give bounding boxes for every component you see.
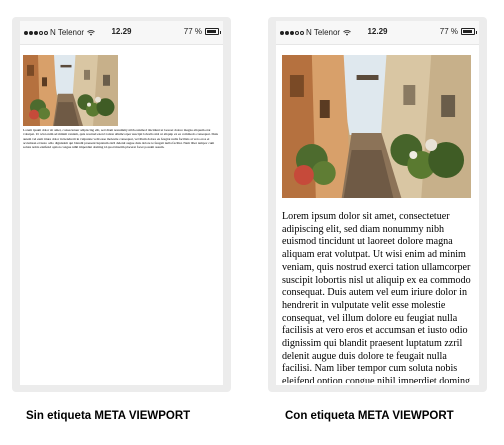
status-bar: N Telenor 12.29 77 % <box>276 21 479 45</box>
battery-icon <box>205 28 221 35</box>
phone-without-viewport: N Telenor 12.29 77 % Lorem ipsum dolor s… <box>12 17 231 392</box>
caption-without-viewport: Sin etiqueta META VIEWPORT <box>26 410 191 422</box>
status-right: 77 % <box>183 27 221 36</box>
phone-screen[interactable]: N Telenor 12.29 77 % Lorem ipsum dolor s… <box>20 21 223 385</box>
status-bar: N Telenor 12.29 77 % <box>20 21 223 45</box>
status-right: 77 % <box>439 27 477 36</box>
article-body: Lorem ipsum dolor sit amet, consectetuer… <box>23 128 218 150</box>
caption-with-viewport: Con etiqueta META VIEWPORT <box>285 410 454 422</box>
battery-percent: 77 % <box>439 27 458 36</box>
phone-screen[interactable]: N Telenor 12.29 77 % Lorem ipsum dolor s… <box>276 21 479 385</box>
street-photo <box>23 55 118 126</box>
battery-icon <box>461 28 477 35</box>
street-photo <box>282 55 471 198</box>
battery-percent: 77 % <box>183 27 202 36</box>
article-body: Lorem ipsum dolor sit amet, consectetuer… <box>282 211 471 383</box>
phone-with-viewport: N Telenor 12.29 77 % Lorem ipsum dolor s… <box>268 17 487 392</box>
